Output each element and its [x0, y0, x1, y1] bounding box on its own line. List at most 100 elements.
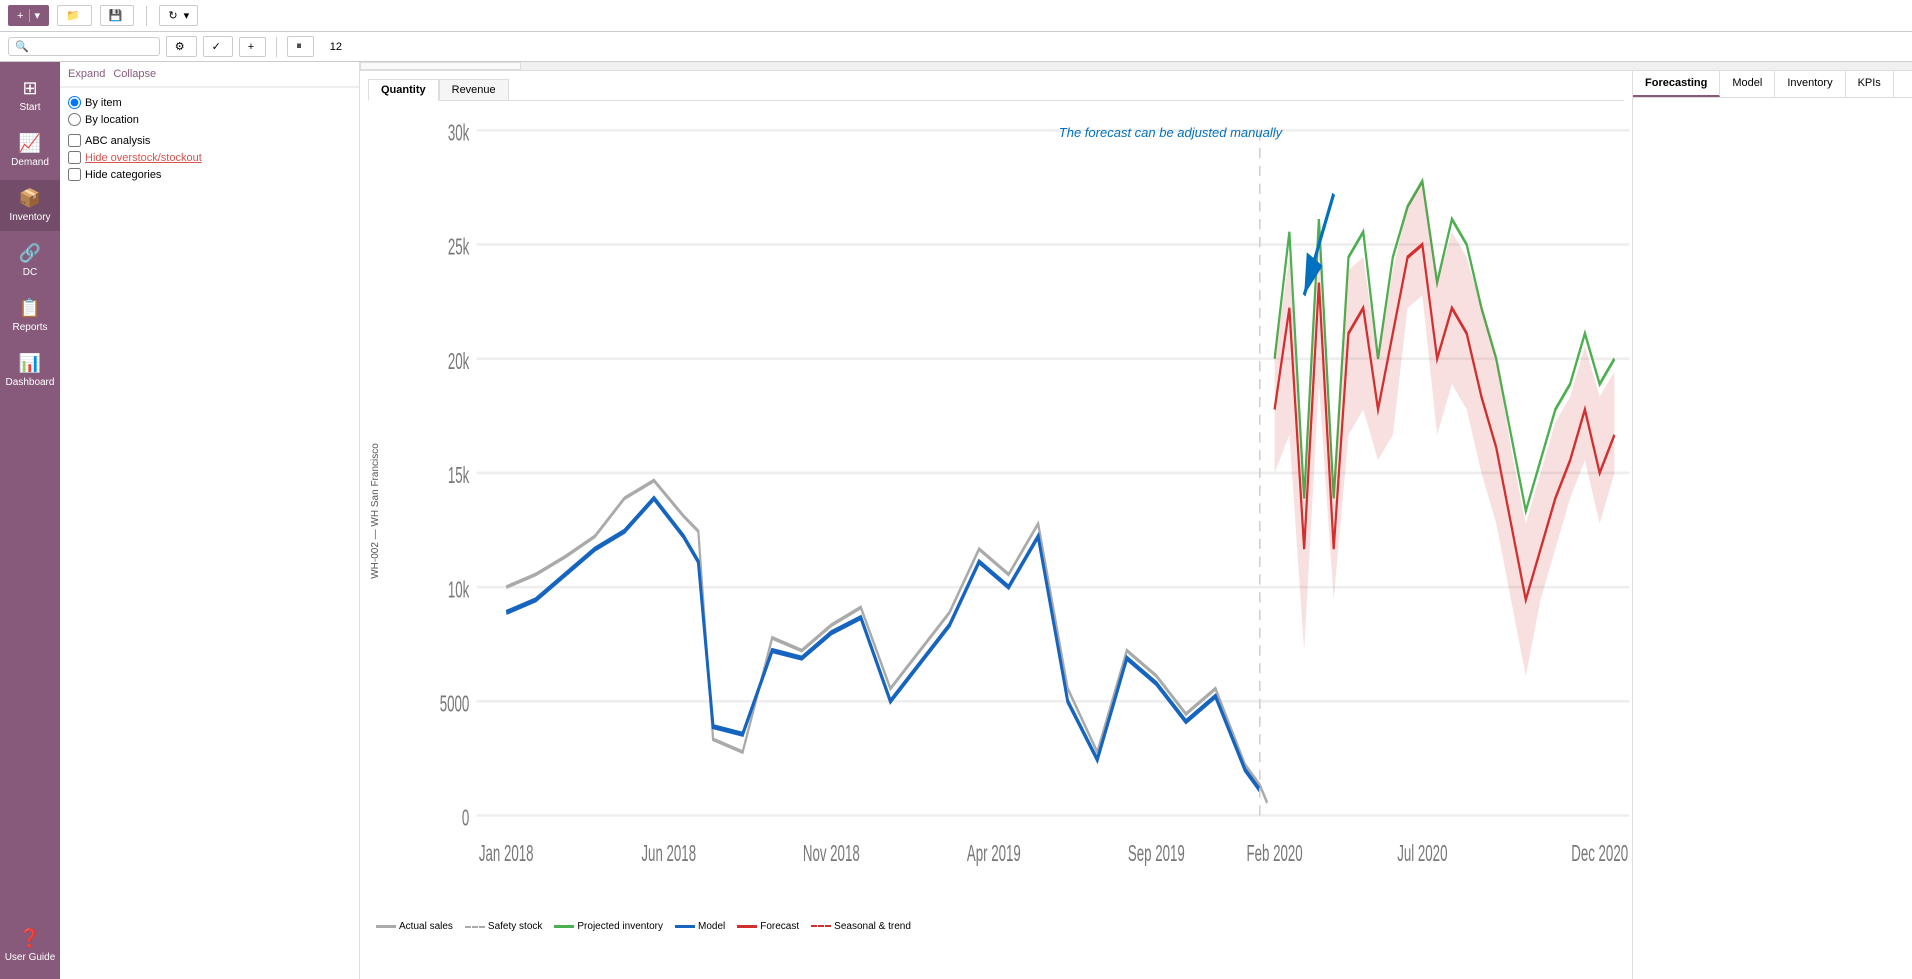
- svg-text:Dec 2020: Dec 2020: [1571, 840, 1628, 866]
- right-form: [1633, 98, 1912, 114]
- hide-overstock-checkbox[interactable]: Hide overstock/stockout: [68, 151, 351, 164]
- chart-legend: Actual sales Safety stock Projected inve…: [368, 917, 1624, 936]
- settings-button[interactable]: ⚙: [166, 36, 197, 57]
- svg-text:30k: 30k: [448, 120, 470, 146]
- svg-text:25k: 25k: [448, 234, 470, 260]
- chart-tabs: Quantity Revenue: [368, 79, 1624, 101]
- legend-dot-model: [675, 925, 695, 928]
- search-input[interactable]: [33, 41, 153, 53]
- dc-icon: 🔗: [19, 243, 41, 264]
- nav-sidebar: ⊞ Start 📈 Demand 📦 Inventory 🔗 DC 📋 Repo…: [0, 62, 60, 979]
- demand-icon: 📈: [19, 133, 41, 154]
- svg-text:5000: 5000: [440, 691, 470, 717]
- radio-by-location[interactable]: By location: [68, 113, 351, 126]
- tab-model[interactable]: Model: [1720, 71, 1775, 97]
- nav-dashboard[interactable]: 📊 Dashboard: [0, 345, 60, 396]
- save-button[interactable]: 💾: [100, 5, 135, 26]
- chart-section: Quantity Revenue WH-002 — WH San Francis…: [360, 71, 1912, 979]
- chart-svg: 30k 25k 20k 15k 10k 5000 0 Jan 2018 Jun …: [388, 105, 1632, 917]
- legend-dot-actual: [376, 925, 396, 928]
- chart-container: WH-002 — WH San Francisco The forecast c…: [368, 105, 1624, 917]
- update-data-button[interactable]: ↻ ▾: [159, 5, 198, 26]
- svg-text:Sep 2019: Sep 2019: [1128, 840, 1185, 866]
- tab-revenue[interactable]: Revenue: [439, 79, 509, 100]
- collapse-link[interactable]: Collapse: [113, 68, 156, 80]
- legend-actual-sales: Actual sales: [376, 921, 453, 932]
- sub-toolbar: 🔍 ⚙ ✓ + ⏸: [0, 32, 1912, 62]
- table-header-label: [361, 63, 521, 70]
- svg-text:Jan 2018: Jan 2018: [479, 840, 534, 866]
- content-area: Quantity Revenue WH-002 — WH San Francis…: [360, 62, 1912, 979]
- add-note-button[interactable]: +: [239, 37, 266, 57]
- nav-inventory[interactable]: 📦 Inventory: [0, 180, 60, 231]
- svg-text:Nov 2018: Nov 2018: [803, 840, 860, 866]
- check-icon: ✓: [212, 40, 221, 53]
- sep1: [146, 6, 147, 26]
- right-tab-bar: Forecasting Model Inventory KPIs: [1633, 71, 1912, 98]
- forecast-table: [360, 62, 521, 70]
- legend-dot-safety: [465, 926, 485, 928]
- folder-icon: 📁: [66, 9, 80, 22]
- legend-dot-seasonal: [811, 925, 831, 928]
- legend-projected-inventory: Projected inventory: [554, 921, 663, 932]
- svg-text:Jul 2020: Jul 2020: [1397, 840, 1447, 866]
- nav-demand[interactable]: 📈 Demand: [0, 125, 60, 176]
- svg-text:Jun 2018: Jun 2018: [641, 840, 696, 866]
- horizon-input[interactable]: [326, 40, 446, 54]
- tab-quantity[interactable]: Quantity: [368, 79, 439, 101]
- user-guide-icon: ❓: [19, 928, 41, 949]
- dashboard-icon: 📊: [19, 353, 41, 374]
- update-dropdown-arrow[interactable]: ▾: [184, 9, 190, 22]
- right-panel: Forecasting Model Inventory KPIs: [1632, 71, 1912, 979]
- tree-header: Expand Collapse: [60, 62, 359, 87]
- new-dropdown-arrow[interactable]: ▾: [29, 9, 40, 22]
- top-toolbar: + ▾ 📁 💾 ↻ ▾: [0, 0, 1912, 32]
- legend-seasonal-trend: Seasonal & trend: [811, 921, 911, 932]
- tab-kpis[interactable]: KPIs: [1846, 71, 1894, 97]
- approve-button[interactable]: ✓: [203, 36, 233, 57]
- y-axis-label: WH-002 — WH San Francisco: [370, 443, 381, 579]
- main-layout: ⊞ Start 📈 Demand 📦 Inventory 🔗 DC 📋 Repo…: [0, 62, 1912, 979]
- nav-dc[interactable]: 🔗 DC: [0, 235, 60, 286]
- radio-by-item[interactable]: By item: [68, 96, 351, 109]
- svg-text:Feb 2020: Feb 2020: [1247, 840, 1303, 866]
- forecast-table-section: [360, 62, 1912, 71]
- inventory-icon: 📦: [19, 188, 41, 209]
- refresh-icon: ↻: [168, 9, 177, 22]
- start-icon: ⊞: [22, 78, 37, 99]
- tab-inventory[interactable]: Inventory: [1775, 71, 1845, 97]
- abc-analysis-checkbox[interactable]: ABC analysis: [68, 134, 351, 147]
- svg-text:10k: 10k: [448, 576, 470, 602]
- legend-dot-projected: [554, 925, 574, 928]
- hide-overstock-label: Hide overstock/stockout: [85, 152, 202, 164]
- tree-panel: Expand Collapse By item By location ABC …: [60, 62, 360, 979]
- sep2: [276, 37, 277, 57]
- chart-area: Quantity Revenue WH-002 — WH San Francis…: [360, 71, 1632, 979]
- legend-dot-forecast: [737, 925, 757, 928]
- tab-forecasting[interactable]: Forecasting: [1633, 71, 1720, 97]
- tree-footer: By item By location ABC analysis Hide ov…: [60, 87, 359, 193]
- new-icon: +: [17, 10, 23, 22]
- note-icon: +: [248, 41, 254, 53]
- save-icon: 💾: [109, 9, 123, 22]
- reports-icon: 📋: [19, 298, 41, 319]
- gear-icon: ⚙: [175, 40, 185, 53]
- legend-model: Model: [675, 921, 725, 932]
- search-icon: 🔍: [15, 40, 29, 53]
- legend-safety-stock: Safety stock: [465, 921, 542, 932]
- nav-user-guide[interactable]: ❓ User Guide: [0, 920, 60, 971]
- groupby-radio-group: By item By location: [68, 96, 351, 126]
- svg-text:15k: 15k: [448, 462, 470, 488]
- nav-start[interactable]: ⊞ Start: [0, 70, 60, 121]
- open-button[interactable]: 📁: [57, 5, 92, 26]
- search-box[interactable]: 🔍: [8, 37, 160, 56]
- pause-forecast-button[interactable]: ⏸: [287, 36, 314, 57]
- pause-icon: ⏸: [296, 40, 302, 53]
- svg-text:Apr 2019: Apr 2019: [967, 840, 1021, 866]
- legend-forecast: Forecast: [737, 921, 799, 932]
- svg-text:20k: 20k: [448, 348, 470, 374]
- nav-reports[interactable]: 📋 Reports: [0, 290, 60, 341]
- expand-link[interactable]: Expand: [68, 68, 105, 80]
- hide-categories-checkbox[interactable]: Hide categories: [68, 168, 351, 181]
- new-button[interactable]: + ▾: [8, 5, 49, 26]
